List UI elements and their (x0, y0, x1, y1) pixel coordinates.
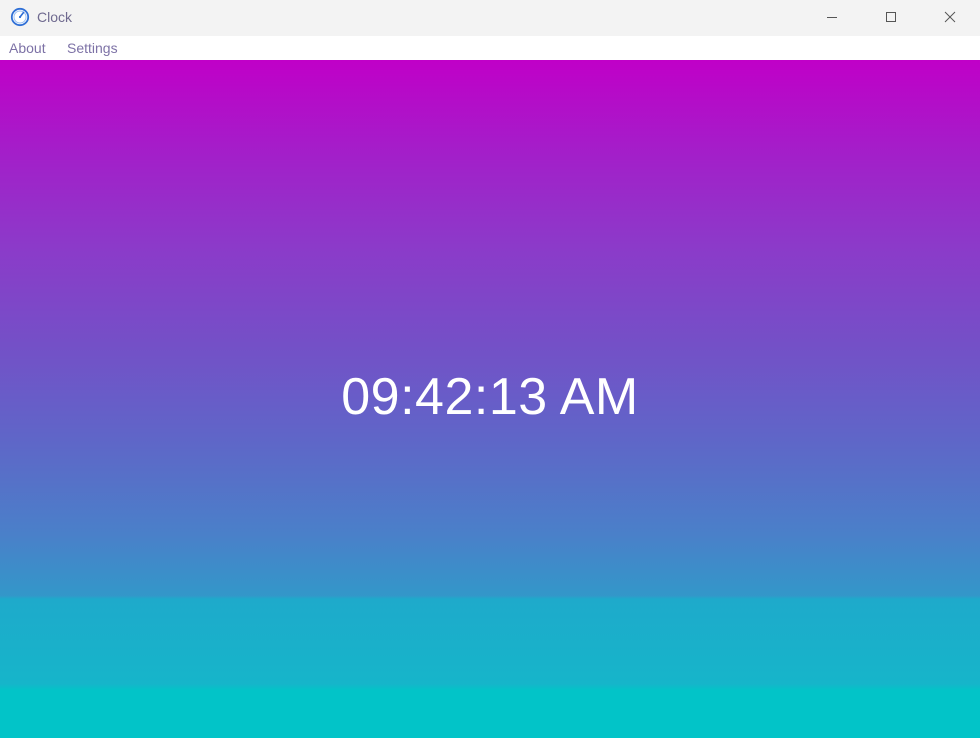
menu-item-about[interactable]: About (9, 40, 46, 56)
clock-window: Clock About Settings 09:42:13 AM (0, 0, 980, 738)
title-bar[interactable]: Clock (0, 0, 980, 36)
maximize-icon (885, 11, 897, 23)
minimize-icon (826, 11, 838, 23)
maximize-button[interactable] (862, 0, 920, 34)
minimize-button[interactable] (803, 0, 861, 34)
menu-item-settings[interactable]: Settings (67, 40, 118, 56)
close-button[interactable] (921, 0, 979, 34)
close-icon (944, 11, 956, 23)
window-title: Clock (37, 9, 73, 25)
menu-bar: About Settings (0, 36, 980, 60)
clock-icon (10, 7, 30, 27)
clock-time-display: 09:42:13 AM (341, 368, 639, 426)
clock-display-area: 09:42:13 AM (0, 60, 980, 738)
